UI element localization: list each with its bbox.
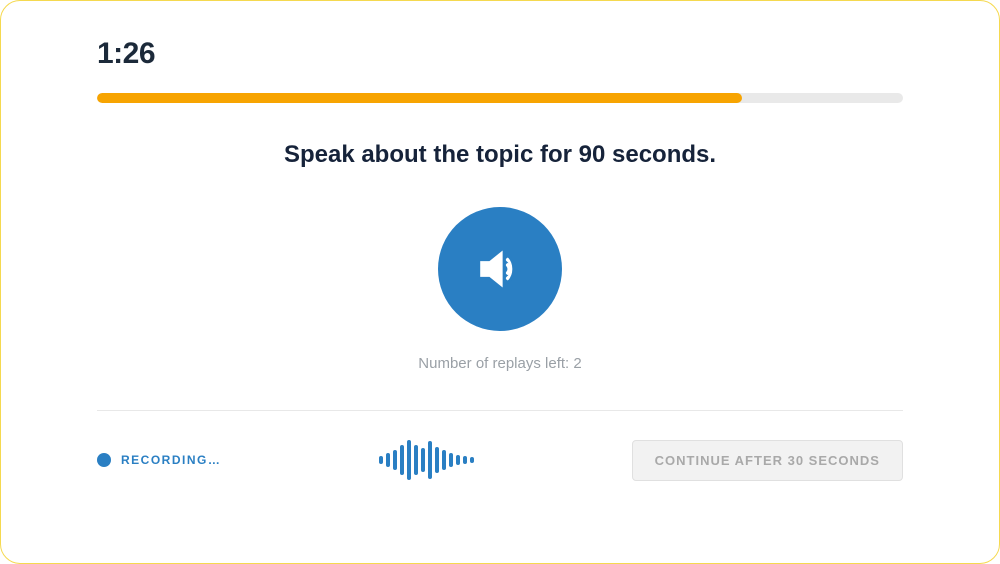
recording-label: RECORDING… — [121, 453, 221, 467]
footer: RECORDING… CONTINUE AFTER 30 SECONDS — [97, 435, 903, 485]
divider — [97, 410, 903, 411]
waveform-bar — [400, 445, 404, 475]
prompt-text: Speak about the topic for 90 seconds. — [97, 141, 903, 169]
waveform-bar — [386, 453, 390, 467]
waveform-bar — [421, 448, 425, 472]
waveform-bar — [470, 457, 474, 463]
waveform-bar — [442, 450, 446, 470]
waveform-bar — [463, 456, 467, 464]
speaker-icon — [467, 236, 533, 302]
replays-left: Number of replays left: 2 — [97, 355, 903, 372]
waveform-bar — [379, 456, 383, 464]
waveform-icon — [379, 438, 474, 482]
exercise-card: 1:26 Speak about the topic for 90 second… — [0, 0, 1000, 564]
continue-button[interactable]: CONTINUE AFTER 30 SECONDS — [632, 440, 903, 481]
waveform-bar — [393, 450, 397, 470]
waveform-bar — [407, 440, 411, 480]
timer: 1:26 — [97, 37, 903, 71]
waveform-bar — [435, 447, 439, 473]
progress-fill — [97, 93, 742, 103]
waveform-bar — [456, 455, 460, 465]
play-button-wrap — [97, 207, 903, 331]
progress-bar — [97, 93, 903, 103]
waveform-bar — [428, 441, 432, 479]
recording-status: RECORDING… — [97, 453, 221, 467]
play-audio-button[interactable] — [438, 207, 562, 331]
recording-dot-icon — [97, 453, 111, 467]
waveform-bar — [414, 445, 418, 475]
waveform-bar — [449, 453, 453, 467]
